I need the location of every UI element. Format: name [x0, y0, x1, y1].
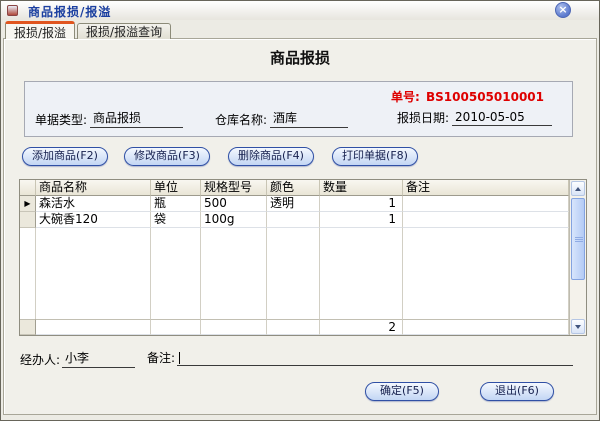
col-header-spec[interactable]: 规格型号: [201, 180, 267, 196]
total-cell: [151, 319, 201, 335]
close-icon[interactable]: ×: [555, 2, 571, 18]
filler-cell: [267, 228, 320, 319]
ok-button[interactable]: 确定(F5): [365, 382, 439, 401]
delete-item-button[interactable]: 删除商品(F4): [228, 147, 314, 166]
title-bar: 商品报损/报溢 ×: [1, 1, 599, 20]
chevron-down-icon: [575, 325, 581, 329]
scrollbar-thumb[interactable]: [571, 198, 585, 280]
filler-cell: [20, 228, 36, 319]
col-header-unit[interactable]: 单位: [151, 180, 201, 196]
date-value[interactable]: 2010-05-05: [452, 110, 552, 126]
order-info-box: 单号: BS100505010001 单据类型: 商品报损 仓库名称: 酒库 报…: [24, 81, 573, 137]
table-row[interactable]: ▶ 森活水 瓶 500 透明 1: [20, 196, 569, 212]
cell-name: 大碗香120: [36, 212, 151, 228]
filler-cell: [403, 228, 569, 319]
chevron-up-icon: [575, 187, 581, 191]
table-header-row: 商品名称 单位 规格型号 颜色 数量 备注: [20, 180, 569, 196]
warehouse-value[interactable]: 酒库: [270, 109, 348, 128]
handler-field: 经办人: 小李: [20, 349, 135, 368]
text-caret: [179, 352, 180, 364]
warehouse-label: 仓库名称:: [215, 111, 267, 128]
exit-button[interactable]: 退出(F6): [480, 382, 554, 401]
total-cell: [201, 319, 267, 335]
table-row[interactable]: 大碗香120 袋 100g 1: [20, 212, 569, 228]
col-header-color[interactable]: 颜色: [267, 180, 320, 196]
window-title: 商品报损/报溢: [28, 3, 111, 20]
date-field: 报损日期: 2010-05-05: [397, 109, 552, 126]
order-number-value: BS100505010001: [426, 90, 544, 104]
cell-spec: 500: [201, 196, 267, 212]
doc-type-field: 单据类型: 商品报损: [35, 109, 183, 128]
total-cell: [403, 319, 569, 335]
edit-item-button[interactable]: 修改商品(F3): [124, 147, 210, 166]
order-number: 单号: BS100505010001: [389, 88, 544, 105]
table-empty-area: [20, 228, 569, 319]
cell-remark: [403, 212, 569, 228]
tab-bar: 报损/报溢 报损/报溢查询: [5, 21, 173, 39]
filler-cell: [201, 228, 267, 319]
col-header-remark[interactable]: 备注: [403, 180, 569, 196]
doc-type-label: 单据类型:: [35, 111, 87, 128]
total-cell: [267, 319, 320, 335]
filler-cell: [151, 228, 201, 319]
handler-label: 经办人:: [20, 351, 60, 368]
row-selector: [20, 319, 36, 335]
remark-field: 备注:: [147, 349, 573, 366]
page-title: 商品报损: [4, 47, 596, 68]
filler-cell: [36, 228, 151, 319]
warehouse-field: 仓库名称: 酒库: [215, 109, 348, 128]
cell-spec: 100g: [201, 212, 267, 228]
current-row-marker-icon: ▶: [20, 196, 36, 212]
handler-value[interactable]: 小李: [62, 349, 135, 368]
scroll-up-button[interactable]: [571, 181, 585, 196]
cell-color: [267, 212, 320, 228]
row-selector: [20, 212, 36, 228]
col-header-name[interactable]: 商品名称: [36, 180, 151, 196]
print-order-button[interactable]: 打印单据(F8): [332, 147, 418, 166]
main-panel: 商品报损 单号: BS100505010001 单据类型: 商品报损 仓库名称:…: [3, 38, 597, 415]
remark-input[interactable]: [177, 351, 573, 366]
add-item-button[interactable]: 添加商品(F2): [22, 147, 108, 166]
scroll-down-button[interactable]: [571, 319, 585, 334]
app-icon: [7, 5, 18, 16]
scrollbar-grip-icon: [575, 237, 583, 243]
cell-unit: 瓶: [151, 196, 201, 212]
tab-damage-overflow-query[interactable]: 报损/报溢查询: [77, 23, 171, 39]
remark-label: 备注:: [147, 349, 175, 366]
table-total-row: 2: [20, 319, 569, 335]
order-number-label: 单号:: [391, 90, 420, 104]
vertical-scrollbar[interactable]: [569, 180, 586, 335]
col-header-qty[interactable]: 数量: [320, 180, 403, 196]
doc-type-value[interactable]: 商品报损: [90, 109, 183, 128]
cell-color: 透明: [267, 196, 320, 212]
total-cell: [36, 319, 151, 335]
tab-damage-overflow[interactable]: 报损/报溢: [5, 21, 75, 39]
filler-cell: [320, 228, 403, 319]
cell-remark: [403, 196, 569, 212]
cell-unit: 袋: [151, 212, 201, 228]
date-label: 报损日期:: [397, 109, 449, 126]
cell-qty: 1: [320, 196, 403, 212]
cell-name: 森活水: [36, 196, 151, 212]
app-window: 商品报损/报溢 × 报损/报溢 报损/报溢查询 商品报损 单号: BS10050…: [0, 0, 600, 421]
items-table: 商品名称 单位 规格型号 颜色 数量 备注 ▶ 森活水 瓶 500 透明 1: [19, 179, 587, 336]
total-qty: 2: [320, 319, 403, 335]
row-selector-header: [20, 180, 36, 196]
cell-qty: 1: [320, 212, 403, 228]
items-grid: 商品名称 单位 规格型号 颜色 数量 备注 ▶ 森活水 瓶 500 透明 1: [20, 180, 569, 335]
